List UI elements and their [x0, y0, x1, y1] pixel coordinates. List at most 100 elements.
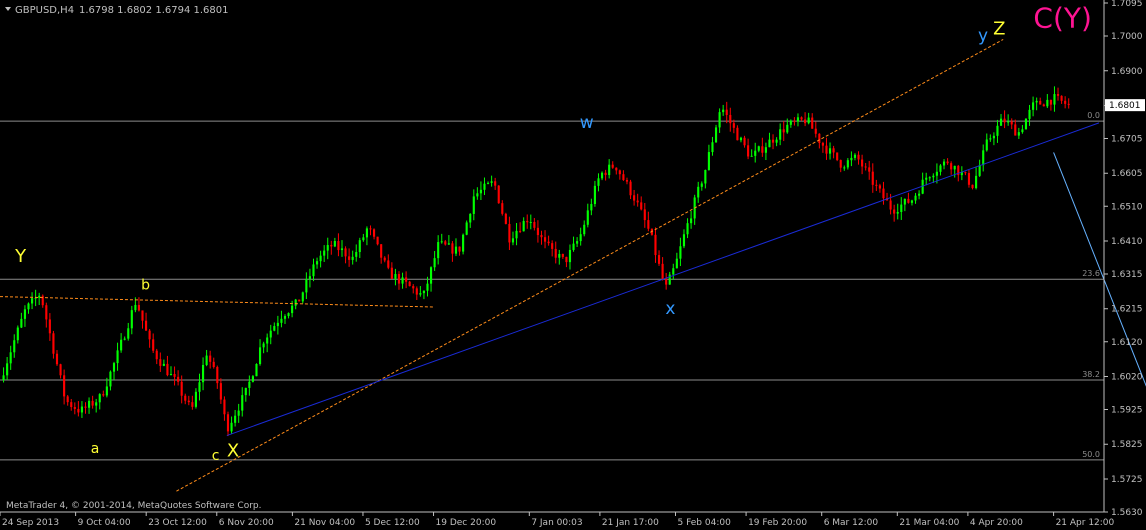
current-price-label: 1.6801 [1109, 101, 1141, 111]
candle-body [636, 200, 639, 203]
wave-label: Y [14, 246, 27, 267]
candle-body [519, 230, 522, 232]
candle [508, 216, 511, 250]
candle-body [205, 355, 208, 365]
candle [896, 203, 899, 220]
candle [105, 377, 108, 398]
candle [732, 119, 735, 134]
candle-body [1067, 103, 1070, 105]
projection-line [1053, 152, 1146, 387]
candle [903, 198, 906, 212]
candle [743, 135, 746, 148]
candle-body [458, 246, 461, 252]
candle-body [194, 391, 197, 407]
candle-body [515, 230, 518, 239]
candle [216, 365, 219, 389]
candle [234, 409, 237, 427]
price-chart[interactable]: 0.0 23.6 38.2 50.0 Yb a c Xw x y Z C(Y) 1.7095 1.70… [0, 0, 1146, 530]
candle-body [882, 188, 885, 199]
candle [1035, 97, 1038, 111]
price-tick-label: 1.5725 [1111, 475, 1143, 485]
candle [77, 401, 80, 417]
candle [283, 314, 287, 325]
candle [561, 253, 564, 259]
candle [871, 163, 874, 193]
time-tick-label: 24 Sep 2013 [2, 518, 59, 528]
symbol-menu-icon[interactable] [5, 7, 11, 11]
candle [194, 388, 197, 409]
candle-body [843, 167, 846, 169]
candle [191, 395, 194, 410]
candle [52, 330, 55, 359]
candle-body [857, 154, 860, 160]
candle [800, 116, 803, 121]
candle [276, 315, 279, 335]
candle-body [1039, 100, 1042, 105]
candle-body [864, 166, 867, 168]
candle [9, 345, 12, 370]
candle [811, 113, 814, 129]
candle-body [280, 318, 283, 323]
time-tick-label: 21 Apr 12:00 [1056, 518, 1115, 528]
candle [633, 189, 636, 206]
candle [1017, 127, 1020, 139]
price-tick-label: 1.6900 [1111, 67, 1143, 77]
candle [686, 218, 689, 239]
candle [825, 137, 828, 160]
candle [501, 200, 504, 216]
candle [878, 183, 881, 193]
candle-body [152, 339, 155, 351]
price-tick-label: 1.7000 [1111, 32, 1143, 42]
candle-body [775, 139, 778, 143]
candle-body [1014, 124, 1017, 136]
candle-body [800, 117, 803, 120]
candle-body [326, 245, 329, 251]
wave-label: y [978, 26, 988, 46]
candle-body [216, 366, 219, 384]
candle [429, 266, 433, 292]
price-tick-label: 1.5630 [1111, 508, 1143, 518]
candle [6, 357, 9, 380]
candle-body [237, 410, 240, 416]
candle [1032, 96, 1035, 117]
candle [30, 292, 34, 310]
candle-body [853, 154, 857, 158]
candle-body [547, 241, 550, 244]
candle-body [501, 203, 504, 214]
candle-body [633, 195, 636, 201]
candle [747, 138, 750, 160]
candle-body [362, 237, 365, 241]
candle-body [786, 124, 789, 133]
candle [1046, 94, 1049, 109]
candle [654, 227, 657, 263]
candle [365, 226, 368, 246]
candle-body [419, 293, 422, 295]
candle [714, 124, 718, 143]
candle-body [1056, 94, 1060, 96]
candle-body [319, 255, 322, 262]
candle [45, 302, 48, 328]
candle [960, 166, 963, 181]
candle-body [426, 283, 429, 291]
candle-body [828, 148, 832, 154]
candle [975, 167, 978, 190]
candle [362, 233, 365, 242]
candle-body [554, 248, 557, 258]
candle [600, 171, 604, 181]
candle-body [964, 172, 967, 174]
candle [23, 305, 27, 327]
candle-body [711, 142, 714, 153]
candle [251, 375, 254, 383]
candle-body [914, 195, 917, 201]
price-tick-label: 1.6410 [1111, 237, 1143, 247]
candle [511, 231, 515, 246]
candle [807, 112, 810, 125]
candle-body [486, 182, 490, 184]
candle-body [839, 160, 842, 168]
candle [779, 123, 782, 146]
candle-body [429, 267, 433, 284]
candle [996, 119, 999, 143]
candle-body [690, 218, 693, 224]
candle-body [576, 241, 579, 244]
candle [543, 230, 547, 249]
